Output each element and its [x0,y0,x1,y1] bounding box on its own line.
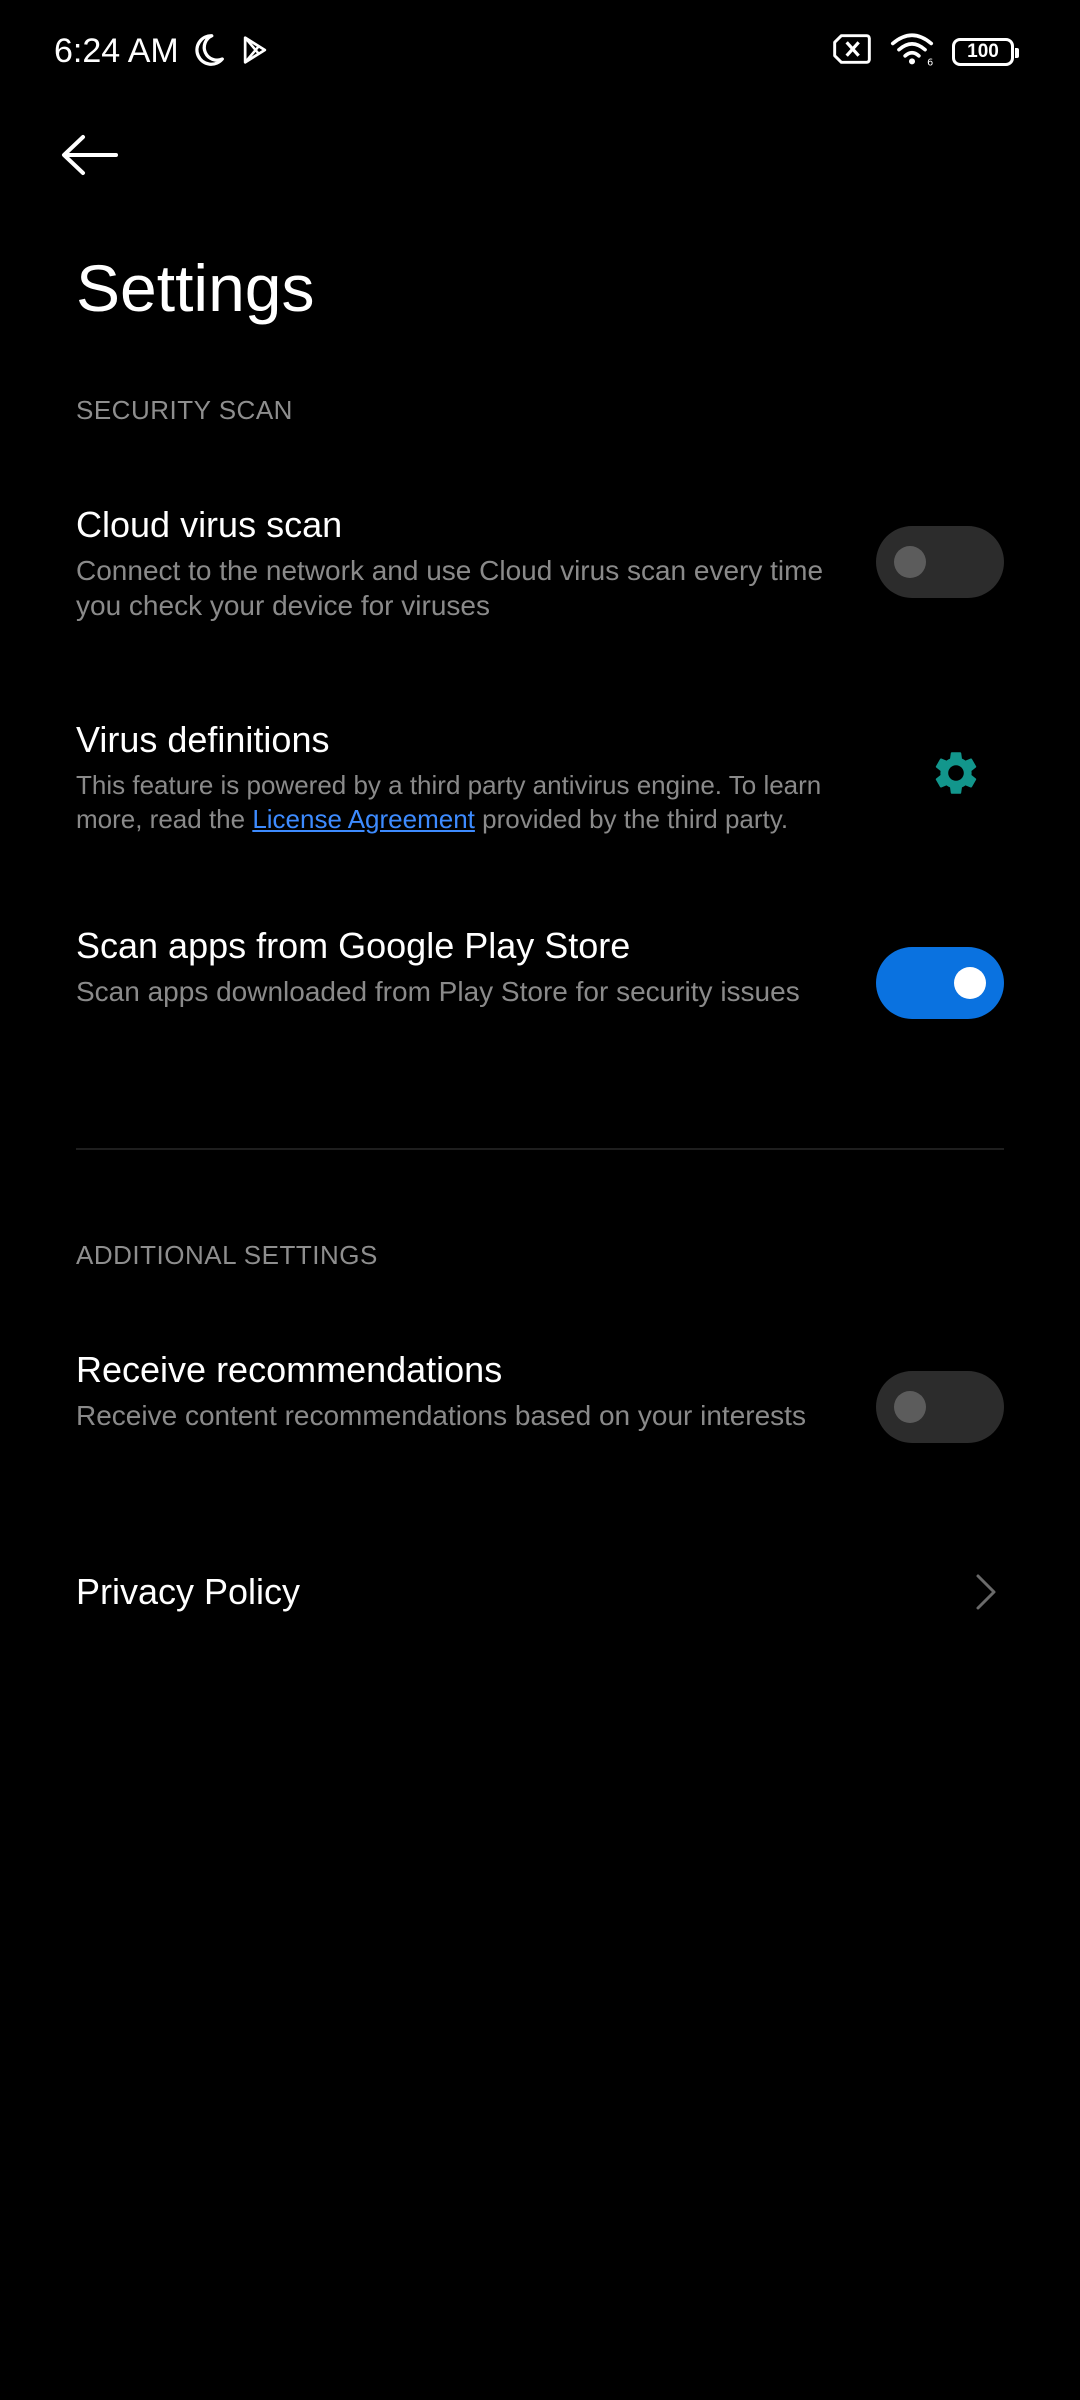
battery-level: 100 [967,40,999,62]
cloud-virus-scan-toggle[interactable] [876,526,1004,598]
setting-title: Receive recommendations [76,1349,503,1390]
setting-description: This feature is powered by a third party… [76,768,876,836]
setting-description: Receive content recommendations based on… [76,1400,806,1431]
status-time: 6:24 AM [54,32,179,70]
page-title: Settings [76,251,315,325]
toggle-knob [954,967,986,999]
setting-title: Privacy Policy [76,1571,301,1612]
svg-text:6: 6 [927,58,933,67]
section-header-additional-settings: ADDITIONAL SETTINGS [76,1240,378,1270]
chevron-right-icon [972,1572,1000,1612]
toggle-knob [894,546,926,578]
wifi-icon: 6 [890,32,934,71]
setting-title: Scan apps from Google Play Store [76,925,631,966]
moon-icon [190,32,226,73]
setting-privacy-policy[interactable]: Privacy Policy [76,1569,1004,1615]
scan-apps-play-store-toggle[interactable] [876,947,1004,1019]
status-right-icons: 6 100 [832,32,1019,71]
receive-recommendations-toggle[interactable] [876,1371,1004,1443]
section-header-security-scan: SECURITY SCAN [76,395,293,425]
setting-description: Connect to the network and use Cloud vir… [76,555,824,621]
sim-off-icon [832,33,872,70]
arrow-left-icon [60,133,118,182]
toggle-knob [894,1391,926,1423]
gear-icon[interactable] [930,747,982,799]
battery-icon: 100 [952,37,1019,66]
setting-virus-definitions[interactable]: Virus definitions This feature is powere… [76,717,1004,836]
setting-title: Virus definitions [76,719,330,760]
setting-scan-apps-play-store[interactable]: Scan apps from Google Play Store Scan ap… [76,923,1004,1009]
section-divider [76,1148,1004,1150]
setting-title: Cloud virus scan [76,504,343,545]
status-left-icons [190,32,270,73]
license-agreement-link[interactable]: License Agreement [252,804,475,834]
play-store-icon [240,34,270,71]
setting-description: Scan apps downloaded from Play Store for… [76,976,800,1007]
setting-receive-recommendations[interactable]: Receive recommendations Receive content … [76,1347,1004,1433]
description-text: provided by the third party. [474,804,789,834]
setting-cloud-virus-scan[interactable]: Cloud virus scan Connect to the network … [76,502,1004,623]
status-bar: 6:24 AM 6 100 [0,0,1080,100]
back-button[interactable] [60,120,146,194]
